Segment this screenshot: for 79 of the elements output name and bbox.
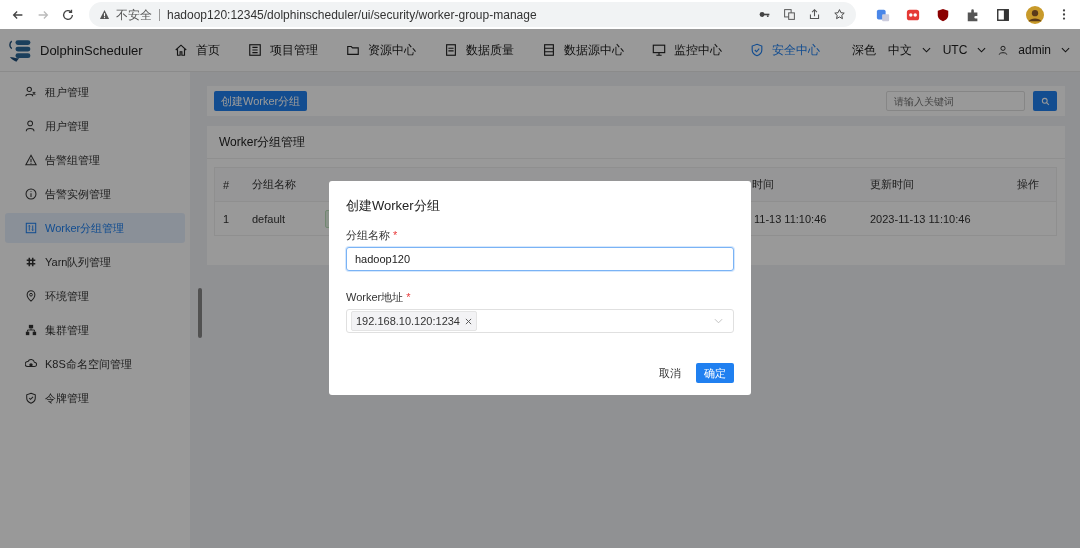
shield-icon <box>25 392 37 404</box>
puzzle-icon[interactable] <box>966 7 980 22</box>
info-icon <box>25 188 37 200</box>
address-text: hadoop120:12345/dolphinscheduler/ui/security/worker-group-manage <box>167 7 537 22</box>
database-icon <box>542 43 556 57</box>
star-icon[interactable] <box>833 8 846 21</box>
card-title: Worker分组管理 <box>207 126 1065 159</box>
worker-address-select[interactable]: 192.168.10.120:1234 <box>346 309 734 333</box>
table-cell: default <box>252 212 286 225</box>
search-field[interactable]: 请输入关键词 <box>886 91 1025 111</box>
cancel-button[interactable]: 取消 <box>651 363 689 383</box>
avatar-icon[interactable] <box>1026 5 1044 24</box>
group-name-field[interactable]: hadoop120 <box>346 247 734 271</box>
sidebar-item[interactable]: K8S命名空间管理 <box>5 349 185 379</box>
home-icon <box>174 43 188 57</box>
address-tag: 192.168.10.120:1234 <box>351 311 477 331</box>
extension-icon[interactable] <box>906 7 920 22</box>
table-cell: 11-13 11:10:46 <box>754 212 827 225</box>
scrollbar[interactable] <box>198 288 202 338</box>
grid-icon <box>25 256 37 268</box>
list-icon <box>248 43 262 57</box>
folder-icon <box>346 43 360 57</box>
column-header: 更新时间 <box>870 178 914 190</box>
chevron-down-icon <box>921 47 931 53</box>
theme-toggle[interactable]: 深色 <box>851 41 876 59</box>
cluster-icon <box>25 324 37 336</box>
sidebar-icon[interactable] <box>996 7 1010 22</box>
chevron-down-icon <box>714 318 723 324</box>
shield-icon[interactable] <box>936 7 950 22</box>
confirm-button[interactable]: 确定 <box>696 363 734 383</box>
sidebar-item[interactable]: 租户管理 <box>5 77 185 107</box>
cloud-icon <box>25 358 37 370</box>
sidebar-item[interactable]: 环境管理 <box>5 281 185 311</box>
shield-icon <box>750 43 764 57</box>
chevron-down-icon <box>977 47 987 53</box>
location-icon <box>25 290 37 302</box>
required-mark: * <box>393 229 398 241</box>
user-menu[interactable]: admin <box>998 43 1070 57</box>
user-icon <box>998 45 1009 55</box>
column-header: 分组名称 <box>252 178 296 190</box>
user-icon <box>25 120 37 132</box>
warning-icon <box>25 154 37 166</box>
share-icon[interactable] <box>808 8 821 21</box>
menu-icon[interactable] <box>1062 8 1066 21</box>
address-bar[interactable]: 不安全 hadoop120:12345/dolphinscheduler/ui/security/worker-group-manage <box>89 2 856 27</box>
sidebar-item[interactable]: Yarn队列管理 <box>5 247 185 277</box>
nav-tab[interactable]: 数据质量 <box>430 29 528 71</box>
monitor-icon <box>652 43 666 57</box>
sidebar-item[interactable]: 用户管理 <box>5 111 185 141</box>
sidebar-item[interactable]: 集群管理 <box>5 315 185 345</box>
nav-tab[interactable]: 监控中心 <box>638 29 736 71</box>
close-icon[interactable] <box>465 317 472 325</box>
column-header: 操作 <box>1017 178 1039 190</box>
nav-tab[interactable]: 首页 <box>160 29 234 71</box>
field-label: 分组名称 <box>346 229 390 241</box>
app-logo-text[interactable]: DolphinScheduler <box>40 42 143 58</box>
nav-tab[interactable]: 数据源中心 <box>528 29 638 71</box>
sidebar-item[interactable]: 令牌管理 <box>5 383 185 413</box>
nav-tab[interactable]: 项目管理 <box>234 29 332 71</box>
document-icon <box>444 43 458 57</box>
search-icon <box>1040 96 1050 106</box>
reload-icon[interactable] <box>61 7 75 22</box>
warning-icon <box>99 9 110 20</box>
language-dropdown[interactable]: 中文 <box>887 41 931 59</box>
security-label: 不安全 <box>116 8 160 21</box>
sidebar-item[interactable]: 告警组管理 <box>5 145 185 175</box>
dialog-title: 创建Worker分组 <box>346 197 441 214</box>
table-cell: 1 <box>223 212 230 225</box>
table-cell: 2023-11-13 11:10:46 <box>870 212 971 225</box>
required-mark: * <box>406 291 411 303</box>
chevron-down-icon <box>1061 47 1070 53</box>
field-label: Worker地址 <box>346 291 404 303</box>
nav-tab[interactable]: 资源中心 <box>332 29 430 71</box>
column-header: 时间 <box>752 178 774 190</box>
extension-icon[interactable] <box>876 7 890 22</box>
sidebar-item[interactable]: 告警实例管理 <box>5 179 185 209</box>
column-header: # <box>223 178 230 191</box>
timezone-dropdown[interactable]: UTC <box>942 43 987 57</box>
users-icon <box>25 86 37 98</box>
